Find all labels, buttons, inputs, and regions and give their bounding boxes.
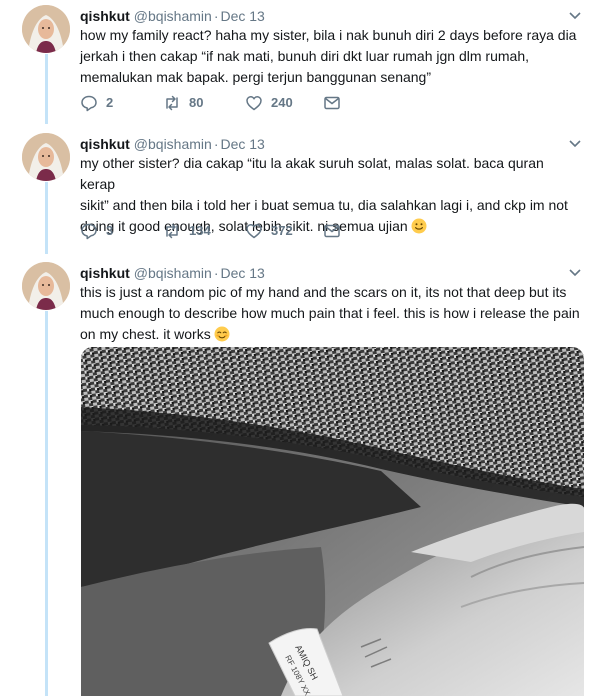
reply-button[interactable]: 2 bbox=[80, 93, 113, 113]
reply-count: 3 bbox=[106, 223, 114, 238]
separator-dot: · bbox=[213, 136, 219, 152]
tweet-text: this is just a random pic of my hand and… bbox=[80, 282, 580, 345]
tweet-actions: 3 134 372 bbox=[80, 221, 380, 241]
tweet-header: qishkut @bqishamin · Dec 13 bbox=[80, 263, 581, 283]
like-button[interactable]: 372 bbox=[245, 221, 293, 241]
slightly-smiling-face-icon bbox=[411, 218, 427, 234]
user-handle[interactable]: @bqishamin bbox=[134, 136, 212, 152]
reply-icon bbox=[81, 223, 97, 240]
user-handle[interactable]: @bqishamin bbox=[134, 265, 212, 281]
tweet[interactable]: qishkut @bqishamin · Dec 13 my other sister… bbox=[0, 133, 601, 243]
separator-dot: · bbox=[213, 8, 219, 24]
like-button[interactable]: 240 bbox=[245, 93, 293, 113]
display-name[interactable]: qishkut bbox=[80, 265, 130, 281]
like-count: 372 bbox=[271, 223, 293, 238]
tweet-text: how my family react? haha my sister, bil… bbox=[80, 27, 577, 85]
tweet-header: qishkut @bqishamin · Dec 13 bbox=[80, 134, 581, 154]
display-name[interactable]: qishkut bbox=[80, 8, 130, 24]
tweet-photo[interactable]: AMIQ SH RF 108Y XX bbox=[81, 347, 584, 696]
tweet[interactable]: qishkut @bqishamin · Dec 13 how my family r… bbox=[0, 5, 601, 115]
envelope-icon bbox=[324, 224, 340, 238]
tweet-date[interactable]: Dec 13 bbox=[220, 8, 264, 24]
direct-message-button[interactable] bbox=[323, 221, 341, 241]
reply-button[interactable]: 3 bbox=[80, 221, 113, 241]
direct-message-button[interactable] bbox=[323, 93, 341, 113]
chevron-down-icon[interactable] bbox=[569, 269, 581, 277]
tweet-text-content: this is just a random pic of my hand and… bbox=[80, 284, 580, 342]
separator-dot: · bbox=[213, 265, 219, 281]
display-name[interactable]: qishkut bbox=[80, 136, 130, 152]
chevron-down-icon[interactable] bbox=[569, 12, 581, 20]
avatar[interactable] bbox=[22, 5, 70, 53]
retweet-button[interactable]: 80 bbox=[163, 93, 203, 113]
retweet-button[interactable]: 134 bbox=[163, 221, 211, 241]
tweet-date[interactable]: Dec 13 bbox=[220, 136, 264, 152]
retweet-count: 80 bbox=[189, 95, 204, 110]
reply-count: 2 bbox=[106, 95, 114, 110]
retweet-icon bbox=[166, 95, 178, 111]
avatar[interactable] bbox=[22, 262, 70, 310]
user-handle[interactable]: @bqishamin bbox=[134, 8, 212, 24]
avatar[interactable] bbox=[22, 133, 70, 181]
heart-icon bbox=[246, 96, 262, 111]
heart-icon bbox=[246, 224, 262, 239]
chevron-down-icon[interactable] bbox=[569, 140, 581, 148]
envelope-icon bbox=[324, 96, 340, 110]
tweet-date[interactable]: Dec 13 bbox=[220, 265, 264, 281]
tweet-header: qishkut @bqishamin · Dec 13 bbox=[80, 6, 581, 26]
relieved-face-icon bbox=[214, 326, 230, 342]
hand-wristband-photo: AMIQ SH RF 108Y XX bbox=[81, 347, 584, 696]
like-count: 240 bbox=[271, 95, 293, 110]
reply-icon bbox=[81, 95, 97, 112]
retweet-icon bbox=[166, 223, 178, 239]
tweet-actions: 2 80 240 bbox=[80, 93, 380, 113]
retweet-count: 134 bbox=[189, 223, 211, 238]
